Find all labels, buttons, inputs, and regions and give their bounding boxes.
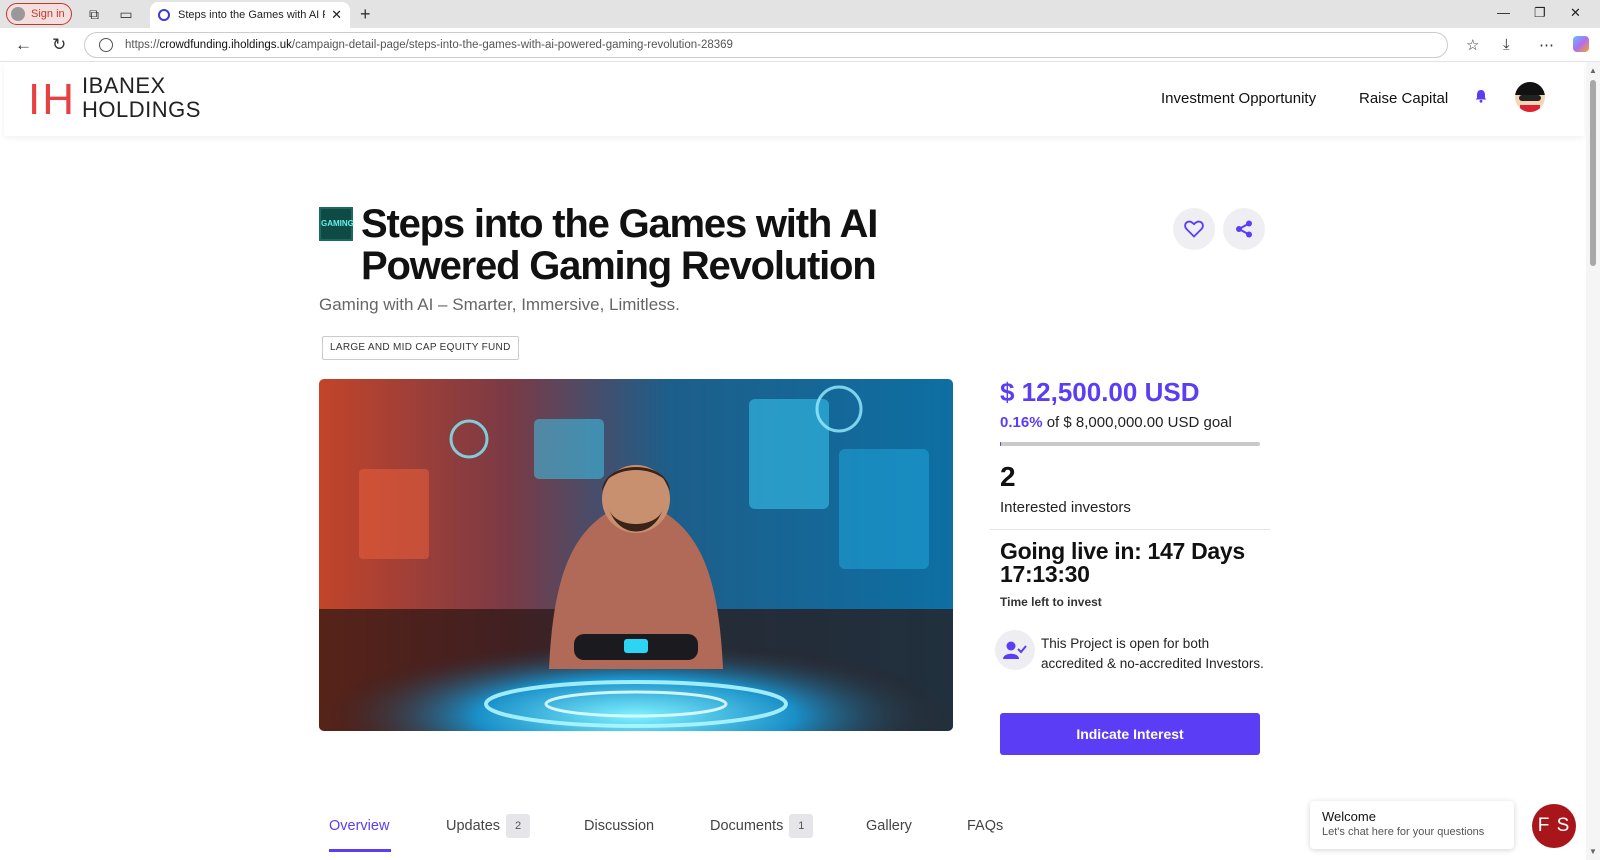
goal-text: of $ 8,000,000.00 USD goal [1046,414,1232,431]
logo-text[interactable]: IBANEX HOLDINGS [82,74,201,122]
close-tab-icon[interactable]: ✕ [331,7,342,23]
url-host: crowdfunding.iholdings.uk [159,39,292,51]
accreditation-note: This Project is open for both accredited… [1041,636,1264,671]
chat-subtitle: Let's chat here for your questions [1322,826,1485,838]
accredited-investor-icon [995,630,1035,670]
nav-raise-capital[interactable]: Raise Capital [1359,90,1448,107]
logo-mark[interactable]: IH [28,78,76,122]
site-header: IH IBANEX HOLDINGS Investment Opportunit… [4,62,1584,136]
amount-raised: $ 12,500.00 USD [1000,377,1200,407]
stats-divider [990,529,1270,530]
funded-percent: 0.16% [1000,414,1043,431]
site-info-icon[interactable] [99,38,113,52]
address-bar[interactable]: https://crowdfunding.iholdings.uk/campai… [84,32,1448,58]
heart-icon [1184,220,1204,238]
more-menu-icon[interactable]: ⋯ [1539,36,1554,54]
tab-documents-label: Documents [710,818,784,834]
favorite-button[interactable] [1173,208,1215,250]
workspaces-icon[interactable]: ⧉ [86,6,102,22]
campaign-title: Steps into the Games with AI Powered Gam… [361,202,878,288]
close-window-icon[interactable]: ✕ [1570,5,1581,21]
scrollbar-thumb[interactable] [1590,80,1596,266]
nav-investment-opportunity[interactable]: Investment Opportunity [1161,90,1316,107]
reload-icon[interactable]: ↻ [52,35,66,55]
tab-updates-label: Updates [446,818,501,834]
tab-actions-icon[interactable]: ▭ [118,6,134,22]
interested-investors-count: 2 [1000,461,1016,492]
logo-line-2: HOLDINGS [82,97,201,122]
campaign-subtitle: Gaming with AI – Smarter, Immersive, Lim… [319,295,680,314]
share-icon [1236,220,1252,238]
gamer-illustration [319,379,953,731]
new-tab-icon[interactable]: + [360,4,371,25]
tab-faqs[interactable]: FAQs [967,818,1003,834]
url-scheme: https:// [125,39,160,51]
campaign-category-tag: LARGE AND MID CAP EQUITY FUND [322,336,519,360]
campaign-logo-icon: GAMING [319,207,354,241]
tab-overview[interactable]: Overview [329,818,389,834]
scroll-down-icon[interactable]: ▼ [1589,847,1597,856]
browser-signin-button[interactable]: Sign in [6,3,72,25]
back-icon[interactable]: ← [15,35,32,55]
tab-discussion[interactable]: Discussion [584,818,654,834]
chat-launcher-button[interactable]: F S [1532,804,1576,848]
page-scrollbar[interactable]: ▲ ▼ [1586,62,1600,860]
active-tab-indicator [329,849,391,852]
tab-favicon-icon [158,9,170,21]
minimize-icon[interactable]: — [1497,5,1510,20]
copilot-icon[interactable] [1573,36,1589,52]
tab-documents[interactable]: Documents 1 [710,814,814,838]
tab-gallery[interactable]: Gallery [866,818,912,834]
scroll-up-icon[interactable]: ▲ [1589,66,1597,75]
restore-icon[interactable]: ❐ [1534,5,1546,21]
time-left-label: Time left to invest [1000,595,1102,609]
logo-line-1: IBANEX [82,73,166,98]
user-avatar[interactable] [1515,82,1545,112]
url-path: /campaign-detail-page/steps-into-the-gam… [291,39,733,51]
going-live-countdown: Going live in: 147 Days 17:13:30 [1000,538,1245,587]
campaign-hero-image [319,379,953,731]
interested-investors-label: Interested investors [1000,499,1131,516]
tab-updates[interactable]: Updates 2 [446,814,531,838]
tab-discussion-label: Discussion [584,818,655,834]
browser-tab-bar: Sign in ⧉ ▭ Steps into the Games with AI… [0,0,1600,28]
share-button[interactable] [1223,208,1265,250]
chat-welcome-bubble[interactable]: Welcome Let's chat here for your questio… [1310,801,1514,849]
tab-title: Steps into the Games with AI Powered Gam… [178,9,325,21]
funding-progress-bar [1000,442,1260,446]
tab-gallery-label: Gallery [866,818,912,834]
notification-bell-icon[interactable] [1474,89,1488,103]
tab-updates-count: 2 [506,814,531,838]
indicate-interest-button[interactable]: Indicate Interest [1000,713,1260,755]
tab-faqs-label: FAQs [967,818,1004,834]
tab-overview-label: Overview [329,818,390,834]
profile-icon [11,7,25,21]
funding-goal: 0.16% of $ 8,000,000.00 USD goal [1000,414,1232,431]
signin-label: Sign in [31,8,65,20]
chat-title: Welcome [1322,809,1376,824]
browser-tab-active[interactable]: Steps into the Games with AI Powered Gam… [150,2,350,28]
browser-address-row: ← ↻ https://crowdfunding.iholdings.uk/ca… [0,28,1600,62]
tab-documents-count: 1 [789,814,814,838]
favorites-icon[interactable]: ☆ [1466,36,1479,54]
downloads-icon[interactable]: ⤓ [1503,36,1510,53]
